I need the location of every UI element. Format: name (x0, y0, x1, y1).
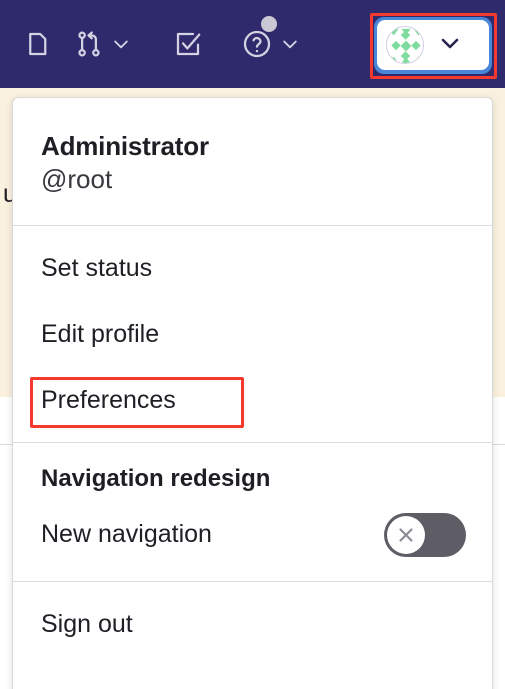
sign-out-group: Sign out (13, 582, 492, 666)
close-x-icon (395, 524, 417, 546)
new-navigation-row: New navigation (13, 501, 492, 581)
nav-item-issues[interactable] (14, 0, 64, 88)
user-handle: @root (41, 163, 113, 194)
navigation-redesign-section: Navigation redesign New navigation (13, 443, 492, 581)
edit-profile-menu-item[interactable]: Edit profile (13, 301, 492, 367)
new-navigation-label: New navigation (41, 520, 212, 549)
help-circle-icon (241, 28, 273, 60)
set-status-menu-item[interactable]: Set status (13, 235, 492, 301)
nav-item-todos[interactable] (163, 0, 213, 88)
notification-dot-icon (261, 16, 277, 32)
preferences-menu-item[interactable]: Preferences (13, 367, 492, 433)
issues-icon (24, 29, 54, 59)
dropdown-actions-group: Set status Edit profile Preferences (13, 226, 492, 442)
navigation-redesign-heading: Navigation redesign (41, 464, 271, 492)
chevron-down-icon (280, 34, 300, 54)
todo-checkbox-icon (173, 29, 203, 59)
new-navigation-toggle[interactable] (384, 512, 466, 557)
user-display-name: Administrator (41, 131, 209, 161)
sign-out-menu-item[interactable]: Sign out (13, 591, 492, 657)
top-navigation-bar (0, 0, 505, 88)
user-avatar-identicon (386, 26, 424, 64)
chevron-down-icon (111, 34, 131, 54)
user-dropdown-menu: Administrator @root Set status Edit prof… (12, 97, 493, 689)
nav-item-merge-requests[interactable] (64, 0, 141, 88)
help-icon-wrapper (241, 16, 277, 60)
toggle-knob (387, 515, 425, 554)
merge-request-icon (74, 29, 104, 59)
top-nav-icon-group (14, 0, 310, 88)
user-menu-button[interactable] (377, 20, 489, 70)
nav-item-help[interactable] (231, 0, 310, 88)
dropdown-user-header: Administrator @root (13, 98, 492, 225)
user-menu-button-wrapper (374, 17, 492, 74)
chevron-down-icon (438, 31, 462, 60)
screenshot-root: u Administrator @root Set status Edit pr… (0, 0, 505, 689)
